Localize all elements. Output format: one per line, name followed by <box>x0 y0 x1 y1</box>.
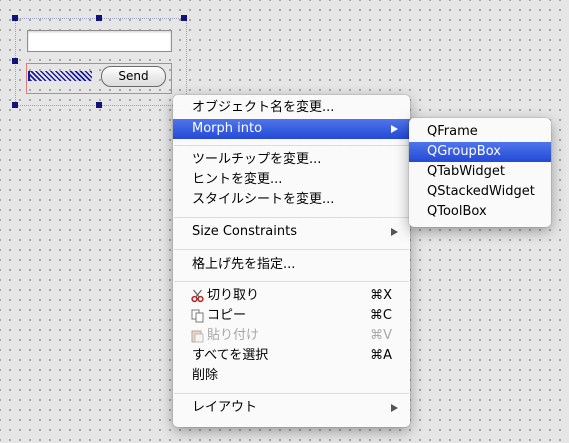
selection-handle-left[interactable] <box>12 58 18 64</box>
submenu-item-qtabwidget[interactable]: QTabWidget <box>409 162 551 182</box>
menu-item-label: すべてを選択 <box>192 348 269 363</box>
selection-handle-top[interactable] <box>96 15 102 21</box>
menu-item-label: 削除 <box>192 368 219 383</box>
menu-item-promote-to[interactable]: 格上げ先を指定... <box>173 255 410 275</box>
menu-separator <box>174 249 409 250</box>
menu-item-label: 切り取り <box>207 288 260 303</box>
menu-item-label: 貼り付け <box>207 328 260 343</box>
shortcut-label: ⌘C <box>369 308 392 323</box>
chevron-right-icon <box>391 125 398 133</box>
menu-item-label: オブジェクト名を変更... <box>192 100 335 115</box>
menu-item-label: 格上げ先を指定... <box>192 257 296 272</box>
menu-item-morph-into[interactable]: Morph into <box>173 119 410 139</box>
menu-item-label: Morph into <box>192 121 263 136</box>
menu-item-cut[interactable]: 切り取り ⌘X <box>173 286 410 306</box>
shortcut-label: ⌘X <box>370 288 392 303</box>
context-menu: オブジェクト名を変更... Morph into ツールチップを変更... ヒン… <box>173 95 410 427</box>
submenu-item-qtoolbox[interactable]: QToolBox <box>409 202 551 222</box>
submenu-item-label: QGroupBox <box>427 144 501 159</box>
menu-separator <box>174 393 409 394</box>
menu-item-select-all[interactable]: すべてを選択 ⌘A <box>173 346 410 366</box>
menu-separator <box>174 217 409 218</box>
menu-item-layout[interactable]: レイアウト <box>173 398 410 418</box>
menu-item-change-object-name[interactable]: オブジェクト名を変更... <box>173 98 410 118</box>
horizontal-spacer[interactable] <box>28 71 92 81</box>
submenu-item-label: QFrame <box>427 124 478 139</box>
menu-item-paste[interactable]: 貼り付け ⌘V <box>173 326 410 346</box>
menu-item-label: ヒントを変更... <box>192 172 283 187</box>
line-edit-widget[interactable] <box>27 30 172 52</box>
menu-item-label: コピー <box>207 308 247 323</box>
copy-documents-icon <box>191 309 204 323</box>
selection-handle-bottom[interactable] <box>96 102 102 108</box>
submenu-item-label: QTabWidget <box>427 164 506 179</box>
shortcut-label: ⌘V <box>370 328 392 343</box>
menu-item-size-constraints[interactable]: Size Constraints <box>173 222 410 242</box>
shortcut-label: ⌘A <box>370 348 392 363</box>
menu-item-label: スタイルシートを変更... <box>192 192 335 207</box>
selection-handle-top-left[interactable] <box>12 15 18 21</box>
submenu-item-qframe[interactable]: QFrame <box>409 122 551 142</box>
selection-handle-bottom-left[interactable] <box>12 102 18 108</box>
submenu-item-label: QStackedWidget <box>427 184 535 199</box>
menu-item-change-hint[interactable]: ヒントを変更... <box>173 170 410 190</box>
submenu-item-qgroupbox[interactable]: QGroupBox <box>409 142 551 162</box>
menu-item-change-tooltip[interactable]: ツールチップを変更... <box>173 150 410 170</box>
selection-handle-top-right[interactable] <box>181 15 187 21</box>
menu-item-label: ツールチップを変更... <box>192 152 322 167</box>
submenu-item-qstackedwidget[interactable]: QStackedWidget <box>409 182 551 202</box>
send-button[interactable]: Send <box>101 66 166 87</box>
menu-item-delete[interactable]: 削除 <box>173 366 410 386</box>
menu-item-copy[interactable]: コピー ⌘C <box>173 306 410 326</box>
menu-item-change-stylesheet[interactable]: スタイルシートを変更... <box>173 190 410 210</box>
menu-item-label: レイアウト <box>192 400 258 415</box>
morph-into-submenu: QFrame QGroupBox QTabWidget QStackedWidg… <box>409 118 551 227</box>
menu-item-label: Size Constraints <box>192 224 297 239</box>
submenu-item-label: QToolBox <box>427 204 487 219</box>
clipboard-icon <box>191 330 204 343</box>
menu-separator <box>174 145 409 146</box>
scissors-icon <box>191 289 204 303</box>
chevron-right-icon <box>391 404 398 412</box>
menu-separator <box>174 281 409 282</box>
chevron-right-icon <box>391 228 398 236</box>
